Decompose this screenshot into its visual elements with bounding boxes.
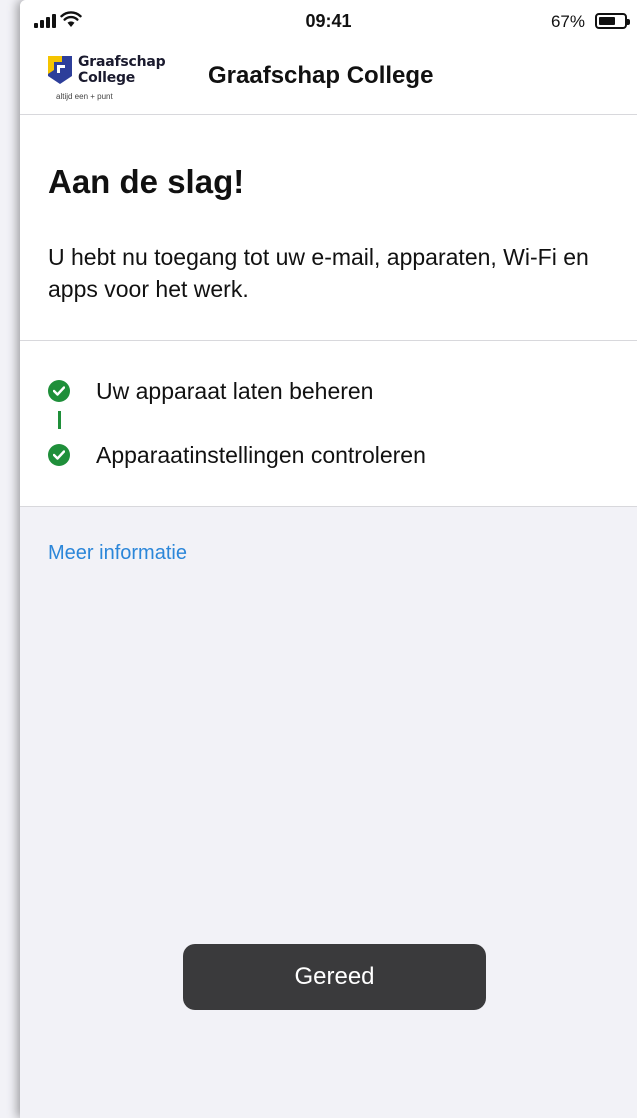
heading: Aan de slag! (48, 163, 245, 200)
step-connector (58, 411, 61, 429)
battery-fill (599, 17, 616, 25)
status-time: 09:41 (305, 11, 352, 31)
screen: 09:41 67% Graafschap College altijd een … (0, 0, 637, 1118)
done-button[interactable]: Gereed (183, 944, 486, 1010)
step-label: Apparaatinstellingen controleren (96, 441, 426, 468)
logo-line-1: Graafschap (78, 54, 166, 70)
steps-list: Uw apparaat laten beheren Apparaatinstel… (20, 341, 637, 507)
status-bar: 09:41 67% (20, 0, 637, 46)
step-item-check-settings: Apparaatinstellingen controleren (48, 440, 426, 470)
battery-percent: 67% (550, 12, 585, 31)
logo-line-2: College (78, 70, 136, 86)
college-logo: Graafschap College altijd een + punt (48, 52, 188, 110)
logo-tagline: altijd een + punt (56, 92, 113, 101)
nav-header: Graafschap College altijd een + punt Gra… (20, 46, 637, 115)
description: U hebt nu toegang tot uw e-mail, apparat… (48, 244, 589, 302)
page-title: Graafschap College (208, 62, 434, 89)
app-window: 09:41 67% Graafschap College altijd een … (20, 0, 637, 1118)
more-info-link[interactable]: Meer informatie (48, 542, 187, 565)
logo-mark-icon (48, 56, 72, 84)
intro-section: Aan de slag! U hebt nu toegang tot uw e-… (20, 115, 637, 341)
check-circle-icon (48, 444, 70, 466)
check-circle-icon (48, 380, 70, 402)
step-label: Uw apparaat laten beheren (96, 377, 374, 404)
step-item-manage-device: Uw apparaat laten beheren (48, 376, 373, 406)
battery-icon (595, 13, 630, 29)
